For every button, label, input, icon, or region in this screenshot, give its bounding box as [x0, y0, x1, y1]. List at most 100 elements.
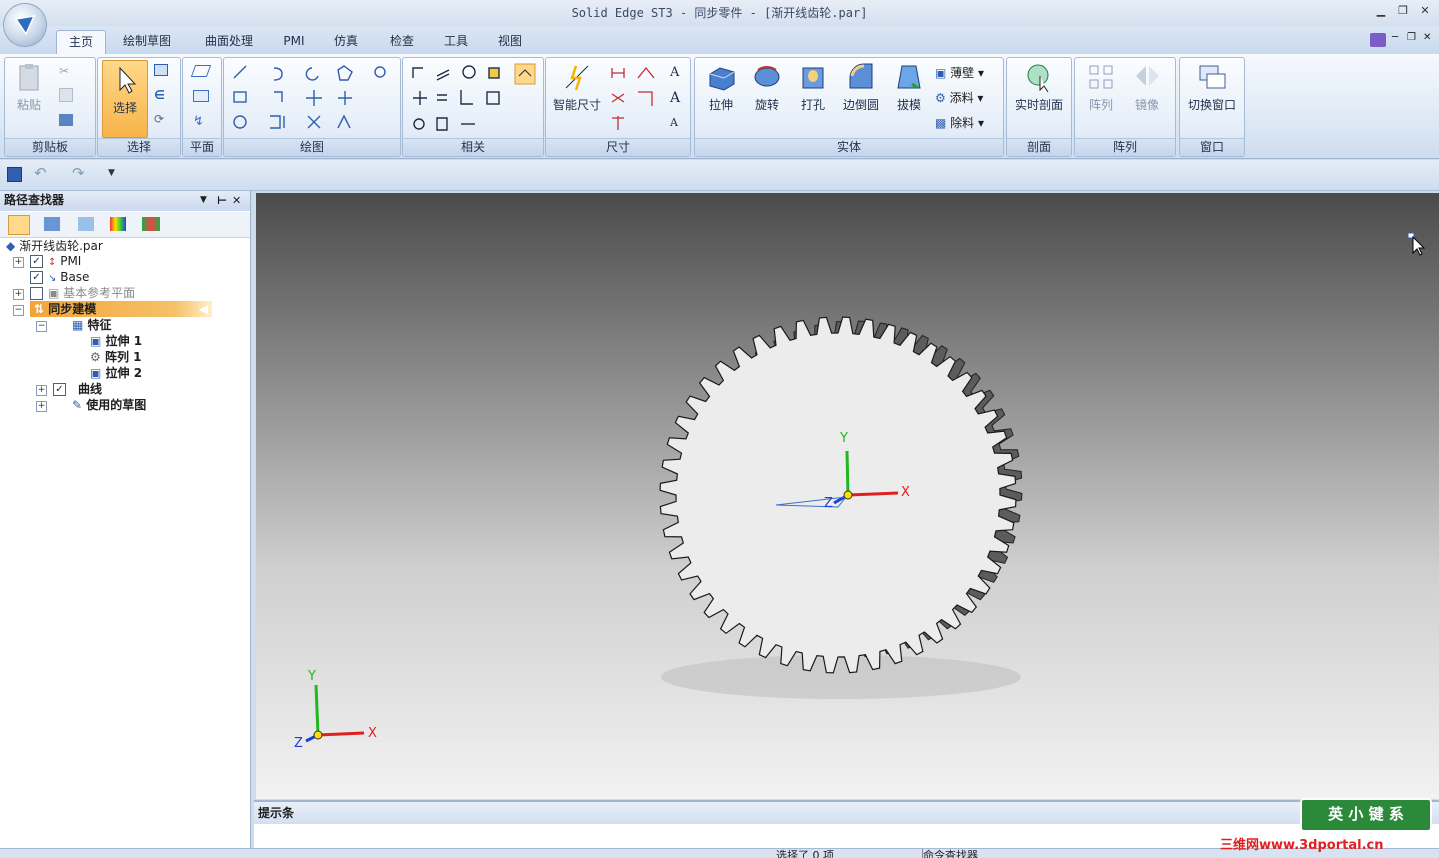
switch-window-button[interactable]: 切换窗口 [1182, 62, 1242, 113]
round-button[interactable]: 边倒圆 [837, 62, 885, 113]
pin-icon[interactable]: ⊢ [217, 191, 227, 210]
draft-button[interactable]: 拔模 [887, 62, 931, 113]
sensors-icon[interactable] [78, 217, 94, 231]
checkbox-pmi[interactable]: ✓ [30, 255, 43, 268]
tab-home[interactable]: 主页 [56, 30, 106, 55]
save-icon[interactable] [7, 167, 22, 182]
tab-pmi[interactable]: PMI [274, 30, 314, 54]
mouse-cursor-icon [1407, 232, 1426, 256]
group-pattern: 阵列 镜像 阵列 [1074, 57, 1176, 157]
redo-icon[interactable]: ↷ [72, 164, 85, 182]
group-draw: 绘图 [223, 57, 401, 157]
application-button[interactable] [4, 4, 46, 46]
hole-label: 打孔 [800, 98, 825, 112]
tree-item-pmi-label: PMI [60, 254, 82, 268]
add-button[interactable]: ⚙ 添料 ▾ [935, 89, 983, 106]
pathfinder-toolbar [0, 212, 250, 238]
doc-close-icon[interactable]: ✕ [1423, 32, 1431, 43]
gear-front-face[interactable] [659, 316, 1017, 674]
paste-special-icon[interactable] [59, 114, 73, 126]
select-tools-icon[interactable]: ⟳ [154, 112, 170, 128]
color-icon[interactable] [110, 217, 126, 231]
coincident-plane-icon[interactable] [193, 90, 209, 102]
extrude-feature-icon: ▣ [90, 366, 102, 380]
round-icon [849, 63, 873, 89]
filter-icon[interactable]: ∈ [154, 88, 170, 104]
paste-button[interactable]: 粘贴 [11, 62, 47, 113]
plane-normal-icon[interactable]: ↯ [193, 114, 204, 129]
graphics-viewport[interactable]: X Y Z X Y Z [256, 193, 1439, 799]
tab-view[interactable]: 视图 [488, 30, 532, 54]
tree-item-curves[interactable]: 曲线 [78, 381, 102, 397]
select-label: 选择 [112, 101, 137, 115]
tree-item-extrude-1-label: 拉伸 1 [105, 334, 143, 348]
mirror-button[interactable]: 镜像 [1125, 62, 1169, 113]
collapse-icon[interactable]: − [13, 305, 24, 316]
add-label: 添料 [949, 91, 974, 105]
group-label-dimension: 尺寸 [546, 138, 690, 156]
pathfinder-menu-icon[interactable]: ▼ [200, 191, 207, 210]
copy-icon[interactable] [59, 88, 73, 102]
hole-button[interactable]: 打孔 [791, 62, 835, 113]
checkbox-curves[interactable]: ✓ [53, 383, 66, 396]
customize-qat-icon[interactable]: ▼ [108, 168, 115, 178]
tab-sketch[interactable]: 绘制草图 [112, 30, 182, 54]
tab-surfacing[interactable]: 曲面处理 [194, 30, 264, 54]
doc-minimize-icon[interactable]: ─ [1392, 32, 1398, 43]
layers-icon[interactable] [44, 217, 60, 231]
pathfinder-panel: 路径查找器 ▼ ⊢ ✕ ◆ 渐开线齿轮.par + ✓ ↕ PMI ✓ ↘ Ba… [0, 191, 251, 851]
tree-item-pattern-1[interactable]: ⚙ 阵列 1 [90, 349, 141, 365]
tree-root[interactable]: ◆ 渐开线齿轮.par [6, 238, 103, 254]
checkbox-ref-planes[interactable] [30, 287, 43, 300]
tree-item-extrude-2[interactable]: ▣ 拉伸 2 [90, 365, 142, 381]
collapse-icon[interactable]: − [36, 321, 47, 332]
sketch-icon: ✎ [72, 398, 83, 412]
extrude-feature-icon: ▣ [90, 334, 102, 348]
select-box-icon[interactable] [154, 64, 168, 76]
restore-icon[interactable]: ❐ [1394, 3, 1412, 19]
tab-simulation[interactable]: 仿真 [326, 30, 366, 54]
expand-icon[interactable]: + [36, 401, 47, 412]
minimize-icon[interactable]: ▁ [1372, 3, 1390, 19]
pmi-display-icon[interactable] [142, 217, 160, 231]
relate-tools-icons[interactable] [409, 62, 539, 136]
expand-icon[interactable]: + [13, 289, 24, 300]
pattern-button[interactable]: 阵列 [1079, 62, 1123, 113]
tree-root-label: 渐开线齿轮.par [19, 239, 103, 253]
group-label-solid: 实体 [695, 138, 1003, 156]
close-icon[interactable]: ✕ [1416, 3, 1434, 19]
extrude-button[interactable]: 拉伸 [699, 62, 743, 113]
select-button[interactable]: 选择 [102, 60, 148, 138]
extrude-label: 拉伸 [708, 98, 733, 112]
tree-item-curves-label: 曲线 [78, 382, 103, 396]
quick-access-toolbar: ↶ ↷ ▼ [0, 160, 1439, 191]
thin-wall-button[interactable]: ▣ 薄壁 ▾ [935, 64, 984, 81]
group-solid: 拉伸 旋转 打孔 边倒圆 拔模 ▣ 薄壁 ▾ ⚙ 添料 ▾ ▩ 除料 ▾ 实体 [694, 57, 1004, 157]
expand-icon[interactable]: + [13, 257, 24, 268]
doc-restore-icon[interactable]: ❐ [1407, 32, 1416, 43]
tree-item-extrude-1[interactable]: ▣ 拉伸 1 [90, 333, 142, 349]
gear-model[interactable]: X Y Z X Y Z [256, 193, 1439, 799]
panel-close-icon[interactable]: ✕ [232, 191, 241, 210]
smart-dimension-button[interactable]: 智能尺寸 [548, 62, 606, 113]
checkbox-base[interactable]: ✓ [30, 271, 43, 284]
cut-button[interactable]: ▩ 除料 ▾ [935, 114, 984, 131]
tab-inspect[interactable]: 检查 [380, 30, 424, 54]
dimension-tools-icons[interactable]: A A A [608, 62, 688, 136]
axis-z-label: Z [824, 496, 833, 511]
tree-item-ref-planes[interactable]: ▣ 基本参考平面 [48, 285, 135, 301]
tree-item-used-sketches[interactable]: ✎ 使用的草图 [72, 397, 146, 413]
pathfinder-tree-icon[interactable] [8, 215, 30, 235]
plane-icon[interactable] [190, 65, 212, 77]
undo-icon[interactable]: ↶ [34, 164, 47, 182]
live-section-button[interactable]: 实时剖面 [1009, 62, 1069, 113]
draw-tools-icons[interactable] [230, 62, 394, 136]
revolve-button[interactable]: 旋转 [745, 62, 789, 113]
cut-icon[interactable]: ✂ [59, 64, 75, 80]
expand-icon[interactable]: + [36, 385, 47, 396]
tree-item-features[interactable]: ▦ 特征 [72, 317, 112, 333]
tab-tools[interactable]: 工具 [434, 30, 478, 54]
help-icon[interactable] [1370, 33, 1386, 47]
tree-item-sync-modeling[interactable]: ⇅ 同步建模 ◀ [30, 301, 212, 317]
draft-label: 拔模 [896, 98, 921, 112]
